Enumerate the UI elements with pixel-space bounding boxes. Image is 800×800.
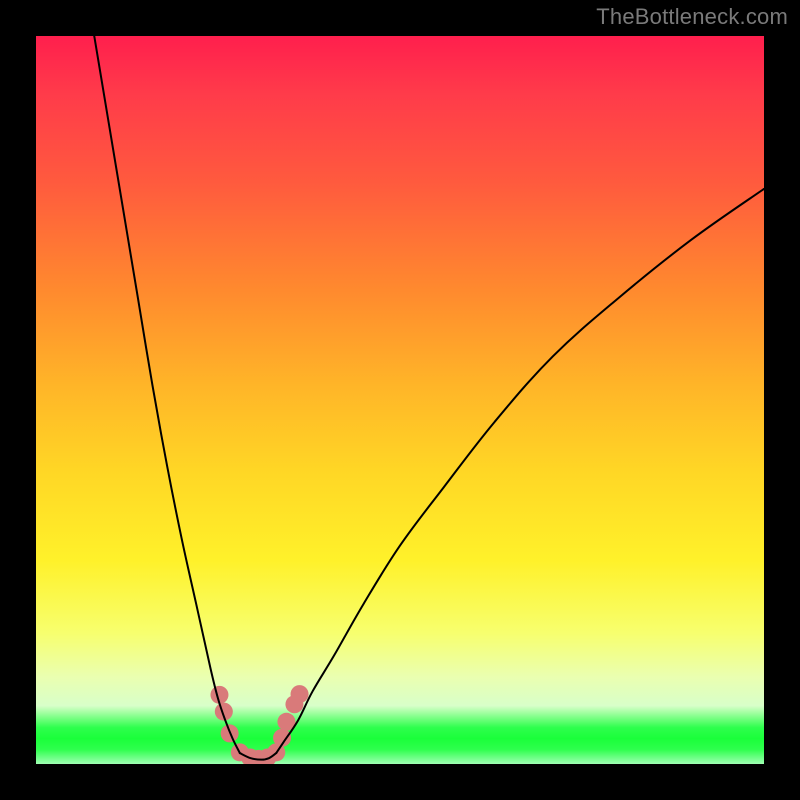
plot-area bbox=[36, 36, 764, 764]
watermark-text: TheBottleneck.com bbox=[596, 4, 788, 30]
curve-left-branch bbox=[94, 36, 240, 753]
curve-right-branch bbox=[276, 189, 764, 753]
chart-stage: TheBottleneck.com bbox=[0, 0, 800, 800]
marker-dot bbox=[291, 685, 309, 703]
chart-svg bbox=[36, 36, 764, 764]
markers-group bbox=[210, 685, 308, 764]
curves-group bbox=[94, 36, 764, 760]
